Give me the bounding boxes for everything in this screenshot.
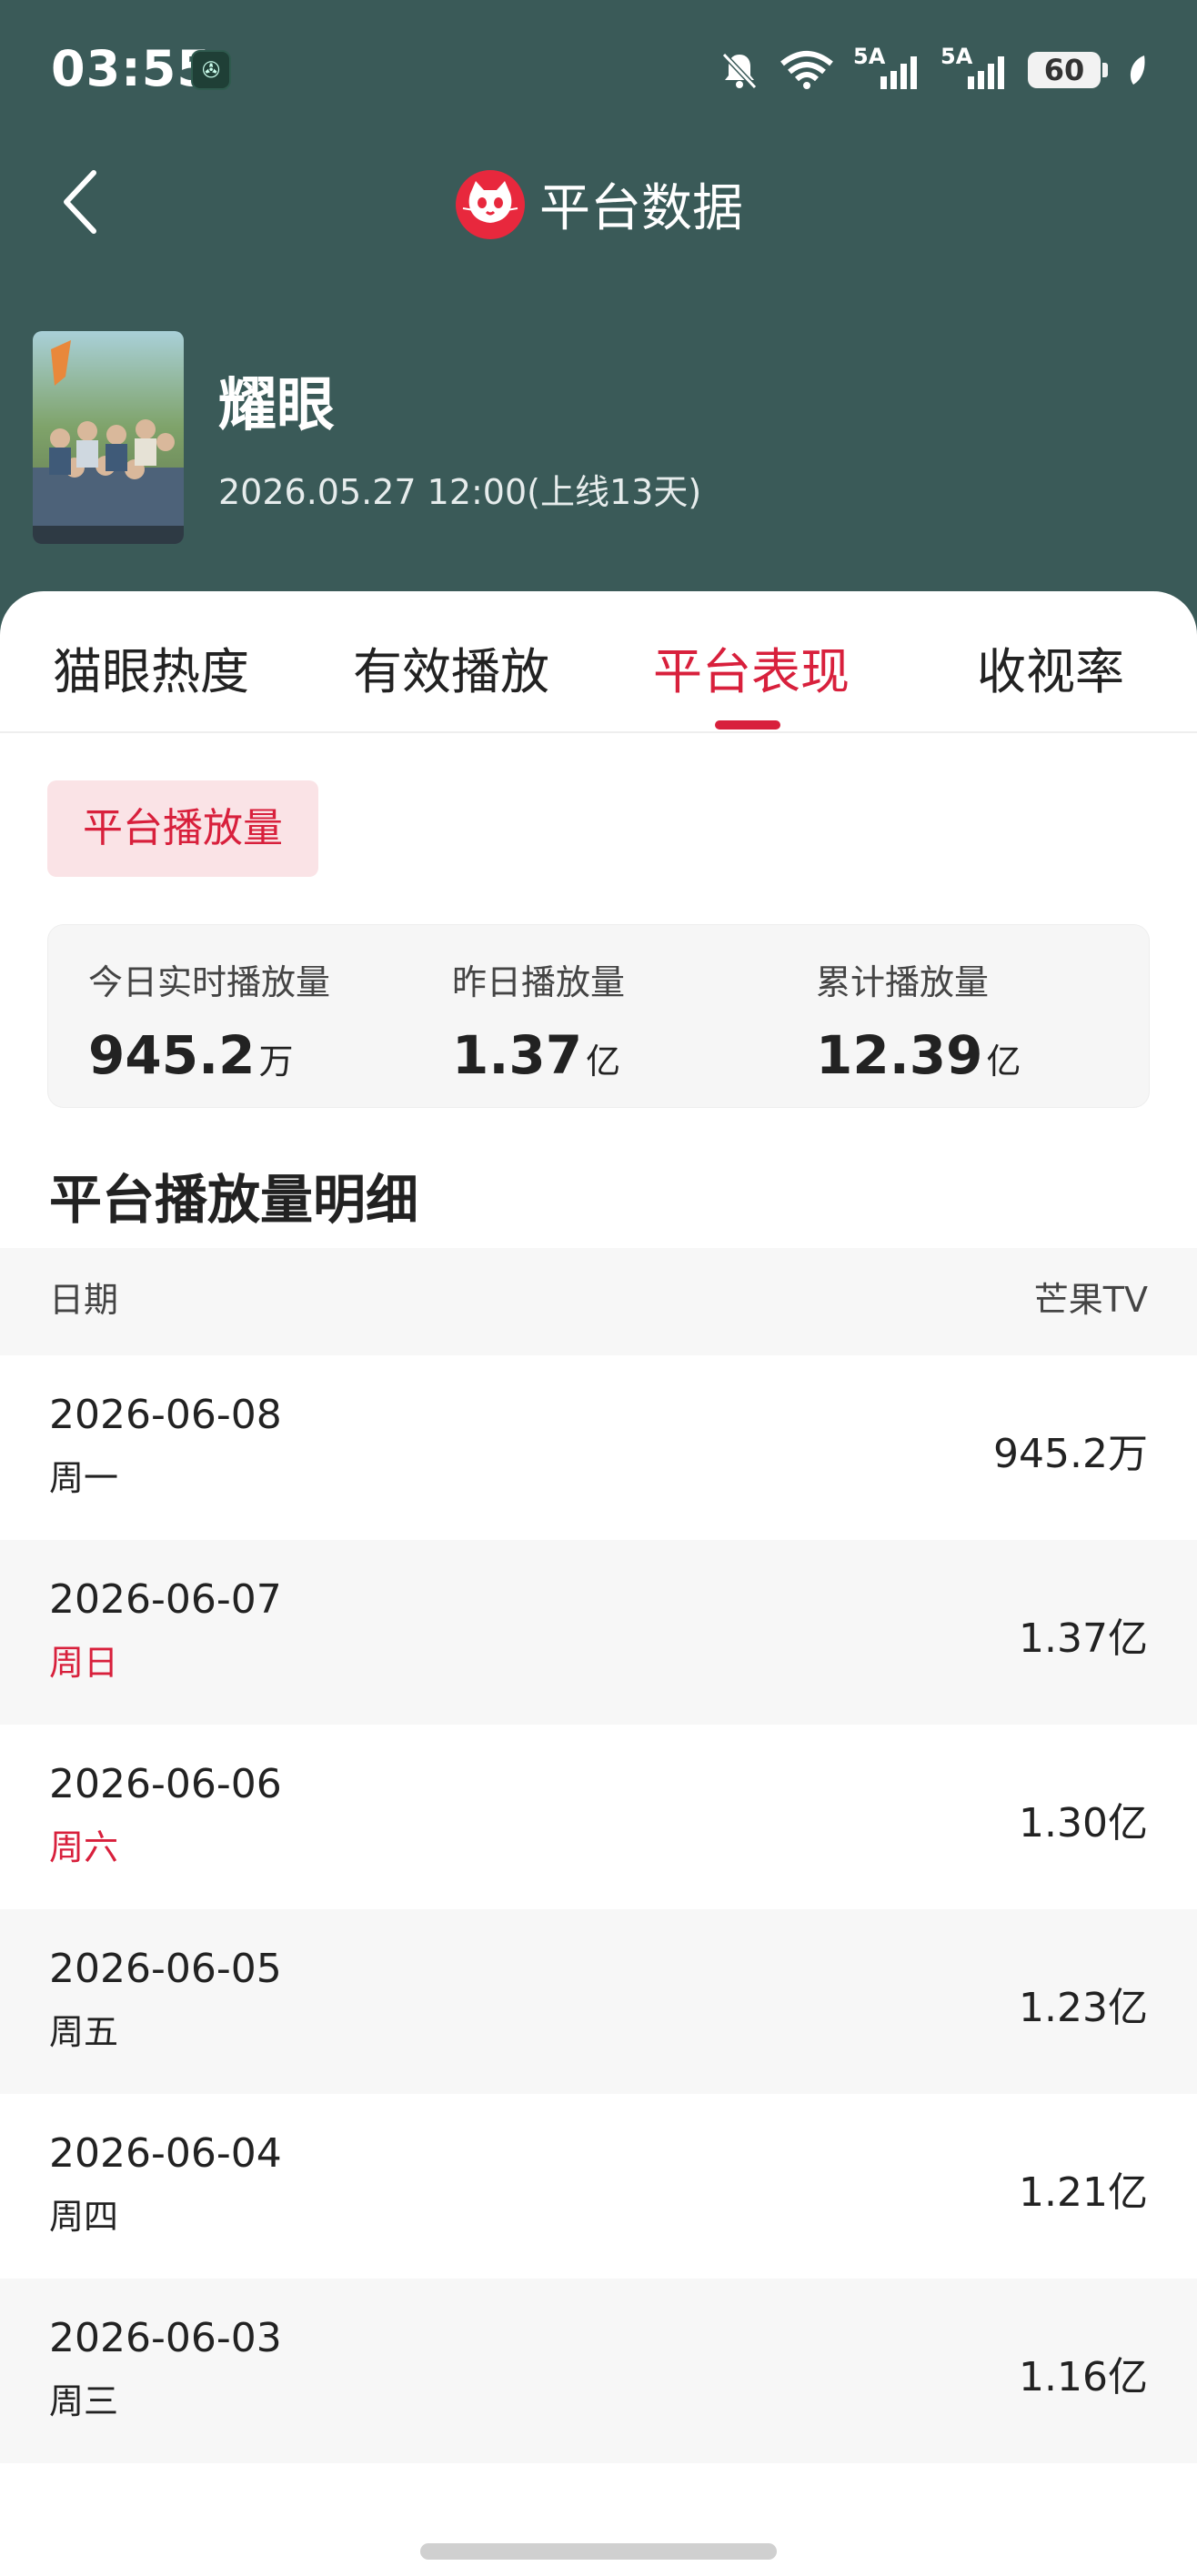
page-title: 平台数据	[539, 179, 743, 238]
row-weekday: 周一	[49, 1458, 119, 1498]
table-row: 2026-06-04 周四 1.21亿	[0, 2094, 1197, 2279]
header: 03:55 ✇ 5A 5A 60 平台数据 耀眼 2026.05.27 12:0…	[0, 0, 1197, 637]
show-title: 耀眼	[218, 372, 335, 439]
row-plays: 1.30亿	[1019, 1800, 1148, 1846]
table-row: 2026-06-05 周五 1.23亿	[0, 1909, 1197, 2094]
summary-unit: 万	[258, 1041, 294, 1082]
bell-off-icon	[719, 47, 760, 93]
leaf-icon	[1126, 47, 1148, 93]
row-weekday: 周六	[49, 1827, 119, 1867]
row-plays: 1.37亿	[1019, 1615, 1148, 1662]
row-plays: 1.16亿	[1019, 2354, 1148, 2400]
summary-number: 945.2	[88, 1024, 256, 1086]
row-weekday: 周五	[49, 2012, 119, 2052]
show-release-info: 2026.05.27 12:00(上线13天)	[218, 472, 702, 512]
row-weekday: 周三	[49, 2381, 119, 2421]
summary-label: 累计播放量	[816, 962, 990, 1002]
row-date: 2026-06-06	[49, 1761, 282, 1807]
column-header-platform[interactable]: 芒果TV	[1034, 1272, 1148, 1322]
nav-bar: 平台数据	[0, 146, 1197, 264]
table-header: 日期 芒果TV	[0, 1248, 1197, 1355]
wifi-icon	[779, 47, 835, 93]
tab-platform-performance[interactable]: 平台表现	[653, 631, 850, 703]
battery-level: 60	[1028, 52, 1101, 88]
row-date: 2026-06-04	[49, 2130, 282, 2177]
show-info: 耀眼 2026.05.27 12:00(上线13天)	[33, 331, 1161, 546]
summary-value: 12.39 亿	[816, 1024, 1021, 1086]
summary-unit: 亿	[586, 1041, 621, 1082]
home-indicator[interactable]	[420, 2543, 777, 2560]
row-plays: 1.23亿	[1019, 1985, 1148, 2031]
detail-section-title: 平台播放量明细	[49, 1169, 419, 1231]
tab-effective-plays[interactable]: 有效播放	[353, 631, 549, 703]
signal-icon-2: 5A	[940, 44, 1010, 93]
app-notification-icon: ✇	[191, 50, 231, 90]
table-row: 2026-06-08 周一 945.2万	[0, 1355, 1197, 1540]
summary-unit: 亿	[986, 1041, 1021, 1082]
table-row: 2026-06-07 周日 1.37亿	[0, 1540, 1197, 1725]
platform-plays-chip[interactable]: 平台播放量	[47, 780, 318, 877]
active-tab-indicator	[715, 720, 780, 730]
network-type-label: 5A	[853, 44, 886, 69]
table-row: 2026-06-06 周六 1.30亿	[0, 1725, 1197, 1909]
summary-total: 累计播放量 12.39 亿	[816, 954, 1021, 1086]
signal-icon: 5A	[853, 44, 922, 93]
detail-table-body: 2026-06-08 周一 945.2万 2026-06-07 周日 1.37亿…	[0, 1355, 1197, 2463]
row-weekday: 周日	[49, 1643, 119, 1683]
show-poster[interactable]	[33, 331, 184, 544]
summary-value: 945.2 万	[88, 1024, 330, 1086]
summary-number: 12.39	[816, 1024, 983, 1086]
tab-maoyan-heat[interactable]: 猫眼热度	[53, 631, 249, 703]
summary-today: 今日实时播放量 945.2 万	[88, 954, 330, 1086]
summary-label: 今日实时播放量	[88, 962, 331, 1002]
column-header-date: 日期	[49, 1280, 119, 1320]
network-type-label-2: 5A	[940, 44, 973, 69]
summary-value: 1.37 亿	[452, 1024, 625, 1086]
table-row: 2026-06-03 周三 1.16亿	[0, 2279, 1197, 2463]
row-date: 2026-06-05	[49, 1946, 282, 1992]
status-time: 03:55	[51, 40, 212, 97]
summary-number: 1.37	[452, 1024, 583, 1086]
maoyan-cat-logo-icon	[456, 169, 525, 239]
row-plays: 1.21亿	[1019, 2169, 1148, 2216]
content-panel: 猫眼热度 有效播放 平台表现 收视率 平台播放量 今日实时播放量 945.2 万 …	[0, 591, 1197, 2576]
row-date: 2026-06-03	[49, 2315, 282, 2361]
row-weekday: 周四	[49, 2197, 119, 2237]
summary-label: 昨日播放量	[452, 962, 626, 1002]
status-bar: 03:55 ✇ 5A 5A 60	[0, 0, 1197, 136]
battery-tip	[1102, 63, 1108, 77]
row-date: 2026-06-08	[49, 1392, 282, 1438]
row-plays: 945.2万	[993, 1431, 1148, 1477]
summary-yesterday: 昨日播放量 1.37 亿	[452, 954, 625, 1086]
status-icons: 5A 5A 60	[719, 44, 1148, 95]
tab-ratings[interactable]: 收视率	[977, 631, 1124, 703]
tab-bar: 猫眼热度 有效播放 平台表现 收视率	[0, 591, 1197, 733]
play-summary-card: 今日实时播放量 945.2 万 昨日播放量 1.37 亿 累计播放量 12.39 亿	[47, 924, 1150, 1108]
row-date: 2026-06-07	[49, 1576, 282, 1623]
battery-icon: 60	[1028, 47, 1108, 93]
nav-title-group: 平台数据	[0, 167, 1197, 241]
